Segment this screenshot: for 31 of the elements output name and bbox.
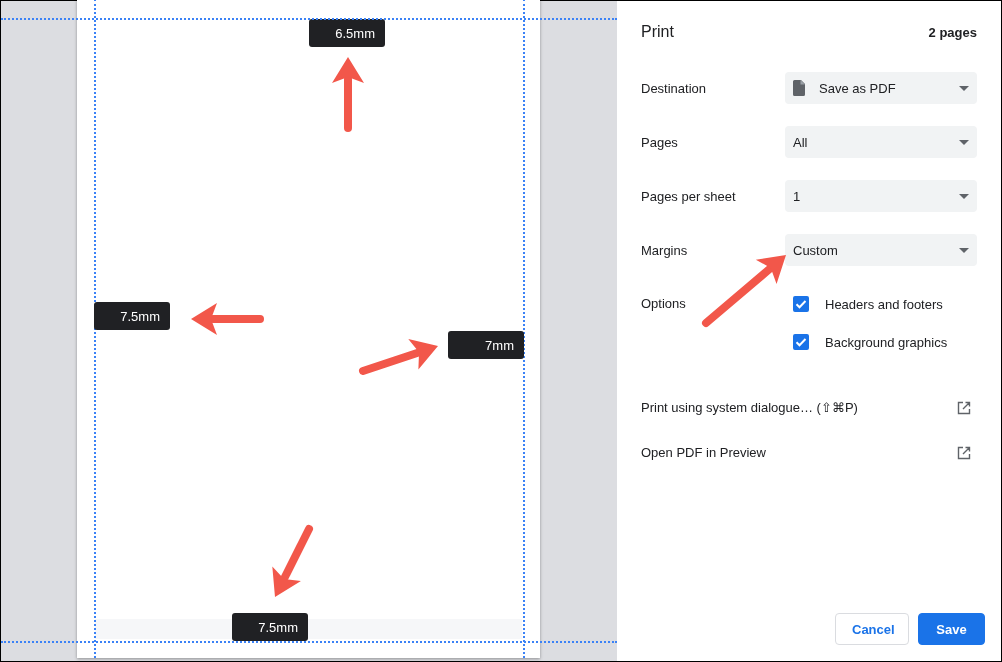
menu-link[interactable]: Print using system dialogue… (⇧⌘P) xyxy=(641,400,858,415)
dropdown[interactable]: All xyxy=(785,126,977,158)
dialog-title: Print xyxy=(641,23,674,41)
checkbox[interactable] xyxy=(793,334,809,350)
save-button[interactable]: Save xyxy=(918,613,985,645)
setting-label: Pages per sheet xyxy=(641,188,737,204)
document-icon xyxy=(793,80,805,96)
setting-label: Margins xyxy=(641,242,689,258)
cancel-button[interactable]: Cancel xyxy=(835,613,909,645)
external-link-icon[interactable] xyxy=(957,400,971,415)
setting-label: Pages xyxy=(641,134,679,150)
checkbox-label: Background graphics xyxy=(825,334,948,350)
checkbox[interactable] xyxy=(793,296,809,312)
setting-label: Destination xyxy=(641,80,708,96)
menu-link[interactable]: Open PDF in Preview xyxy=(641,445,766,460)
caret-icon xyxy=(959,193,969,199)
dropdown[interactable]: 1 xyxy=(785,180,977,212)
caret-icon xyxy=(959,139,969,145)
dropdown[interactable]: Save as PDF xyxy=(785,72,977,104)
caret-icon xyxy=(959,85,969,91)
setting-label: Options xyxy=(641,296,687,311)
margin-field[interactable]: 7mm xyxy=(448,331,524,359)
annotation-arrow xyxy=(272,525,313,597)
dropdown[interactable]: Custom xyxy=(785,234,977,266)
margin-field[interactable]: 7.5mm xyxy=(94,302,170,330)
external-link-icon[interactable] xyxy=(957,445,971,460)
margin-field[interactable]: 6.5mm xyxy=(309,19,385,47)
page-count: 2 pages xyxy=(928,24,977,40)
margin-field[interactable]: 7.5mm xyxy=(232,613,308,641)
checkbox-label: Headers and footers xyxy=(825,296,943,312)
caret-icon xyxy=(959,247,969,253)
